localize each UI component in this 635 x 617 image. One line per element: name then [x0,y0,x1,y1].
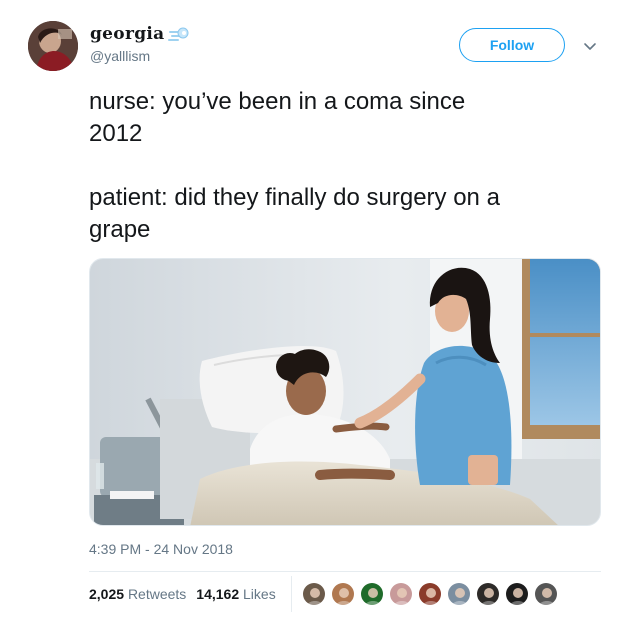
liker-avatar[interactable] [447,582,471,606]
hospital-photo [90,259,600,525]
retweets-count: 2,025 [89,586,125,602]
divider [89,571,601,572]
tweet-timestamp[interactable]: 4:39 PM - 24 Nov 2018 [89,541,233,557]
display-name[interactable]: georgia [90,24,164,44]
retweets-label: Retweets [127,586,187,602]
liker-avatar[interactable] [534,582,558,606]
likes-stat[interactable]: 14,162 Likes [196,586,275,602]
tweet-text: nurse: you’ve been in a coma since 2012 … [89,88,500,243]
dash-emoji-icon [168,24,190,44]
tweet-card: georgia @yalllism Follow nurse: you’ve b… [0,0,635,617]
likes-label: Likes [243,586,276,602]
user-handle[interactable]: @yalllism [90,48,150,64]
retweets-stat[interactable]: 2,025 Retweets [89,586,186,602]
liker-avatar[interactable] [389,582,413,606]
liker-avatar[interactable] [476,582,500,606]
avatar-image [28,21,78,71]
tweet-stats: 2,025 Retweets 14,162 Likes [89,586,286,602]
stats-separator [291,576,292,612]
display-name-row[interactable]: georgia [90,22,190,46]
chevron-down-icon[interactable] [582,38,598,54]
follow-button[interactable]: Follow [459,28,565,62]
liker-avatar[interactable] [418,582,442,606]
avatar[interactable] [28,21,78,71]
liker-avatar[interactable] [360,582,384,606]
tweet-photo[interactable] [89,258,601,526]
likes-count: 14,162 [196,586,240,602]
liker-avatar[interactable] [331,582,355,606]
liker-avatars [302,582,563,606]
liker-avatar[interactable] [505,582,529,606]
liker-avatar[interactable] [302,582,326,606]
